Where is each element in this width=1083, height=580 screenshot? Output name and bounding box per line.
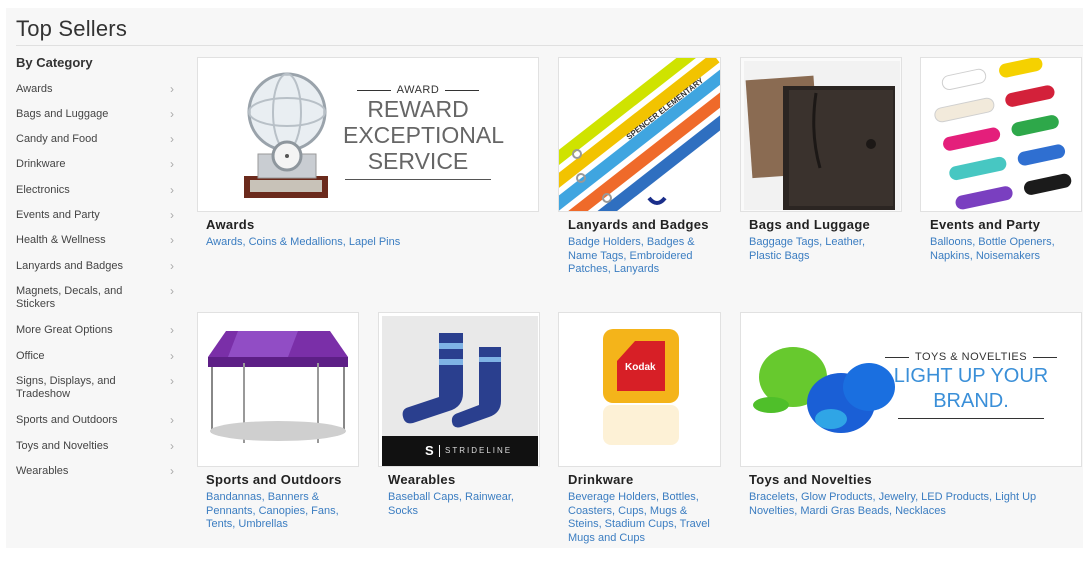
- sidebar-item-label: Health & Wellness: [16, 234, 106, 246]
- events-tile-image[interactable]: [920, 57, 1082, 212]
- sidebar-item-magnets-decals-stickers[interactable]: Magnets, Decals, and Stickers ›: [16, 285, 176, 311]
- sidebar-item-health-and-wellness[interactable]: Health & Wellness ›: [16, 234, 176, 247]
- sidebar-item-label: Sports and Outdoors: [16, 414, 118, 426]
- sidebar-item-awards[interactable]: Awards ›: [16, 83, 176, 96]
- sidebar-item-label: Wearables: [16, 465, 69, 477]
- lanyards-image: SPENCER ELEMENTARY: [559, 58, 720, 211]
- awards-title[interactable]: Awards: [206, 217, 255, 232]
- sidebar-item-label: Bags and Luggage: [16, 108, 109, 120]
- sidebar-item-office[interactable]: Office ›: [16, 350, 176, 363]
- drinkware-links[interactable]: Beverage Holders, Bottles, Coasters, Cup…: [568, 491, 718, 545]
- awards-promo-line: EXCEPTIONAL: [343, 122, 505, 148]
- chevron-right-icon: ›: [170, 349, 174, 363]
- sports-title[interactable]: Sports and Outdoors: [206, 472, 342, 487]
- chevron-right-icon: ›: [170, 208, 174, 222]
- canopy-tent-image: [208, 331, 348, 443]
- sidebar-item-label: Lanyards and Badges: [16, 260, 124, 272]
- sidebar-item-drinkware[interactable]: Drinkware ›: [16, 158, 176, 171]
- sports-links[interactable]: Bandannas, Banners & Pennants, Canopies,…: [206, 491, 356, 532]
- chevron-right-icon: ›: [170, 132, 174, 146]
- toys-promo-rule: [898, 418, 1044, 419]
- chevron-right-icon: ›: [170, 259, 174, 273]
- leather-journal-image: [744, 61, 900, 210]
- toys-promo-line: BRAND.: [933, 390, 1009, 412]
- chevron-right-icon: ›: [170, 284, 174, 298]
- socks-image: [382, 316, 538, 466]
- brand-divider: [439, 445, 440, 457]
- chevron-right-icon: ›: [170, 323, 174, 337]
- chevron-right-icon: ›: [170, 439, 174, 453]
- events-title[interactable]: Events and Party: [930, 217, 1040, 232]
- toys-links[interactable]: Bracelets, Glow Products, Jewelry, LED P…: [749, 491, 1059, 518]
- chevron-right-icon: ›: [170, 233, 174, 247]
- chevron-right-icon: ›: [170, 374, 174, 388]
- sidebar-item-label: Magnets, Decals, and Stickers: [16, 285, 123, 310]
- wearables-tile-image[interactable]: S STRIDELINE: [378, 312, 540, 467]
- title-divider: [16, 45, 1083, 46]
- chevron-right-icon: ›: [170, 82, 174, 96]
- sidebar-heading: By Category: [16, 55, 93, 70]
- sidebar-item-toys-and-novelties[interactable]: Toys and Novelties ›: [16, 440, 176, 453]
- wearables-title[interactable]: Wearables: [388, 472, 456, 487]
- lanyards-links[interactable]: Badge Holders, Badges & Name Tags, Embro…: [568, 236, 718, 277]
- lanyard-print-text: SPENCER ELEMENTARY: [625, 76, 706, 142]
- sidebar-item-label: Toys and Novelties: [16, 440, 109, 452]
- bottle-openers-image: [934, 58, 1072, 210]
- lanyards-tile-image[interactable]: SPENCER ELEMENTARY: [558, 57, 721, 212]
- sidebar-item-events-and-party[interactable]: Events and Party ›: [16, 209, 176, 222]
- sidebar-item-more-great-options[interactable]: More Great Options ›: [16, 324, 176, 337]
- sidebar-item-signs-displays-tradeshow[interactable]: Signs, Displays, and Tradeshow ›: [16, 375, 176, 401]
- sidebar-item-lanyards-and-badges[interactable]: Lanyards and Badges ›: [16, 260, 176, 273]
- sidebar-item-electronics[interactable]: Electronics ›: [16, 184, 176, 197]
- kodak-coaster-image: [603, 329, 679, 445]
- sidebar-item-sports-and-outdoors[interactable]: Sports and Outdoors ›: [16, 414, 176, 427]
- sports-tile-image[interactable]: [197, 312, 359, 467]
- awards-promo-line: REWARD: [367, 96, 469, 122]
- chevron-right-icon: ›: [170, 107, 174, 121]
- toys-promo: TOYS & NOVELTIES LIGHT UP YOUR BRAND.: [881, 351, 1061, 419]
- strideline-wordmark: STRIDELINE: [445, 446, 513, 455]
- sidebar-item-label: Electronics: [16, 184, 70, 196]
- sidebar-item-label: Signs, Displays, and Tradeshow: [16, 375, 116, 400]
- page-title: Top Sellers: [16, 16, 128, 41]
- awards-promo-line: SERVICE: [367, 148, 469, 174]
- awards-promo: AWARD REWARD EXCEPTIONAL SERVICE: [343, 84, 505, 180]
- sidebar-item-label: More Great Options: [16, 324, 113, 336]
- drinkware-tile-image[interactable]: Kodak: [558, 312, 721, 467]
- sidebar-item-label: Awards: [16, 83, 53, 95]
- sidebar-item-label: Office: [16, 350, 45, 362]
- awards-tile-image[interactable]: AWARD REWARD EXCEPTIONAL SERVICE: [197, 57, 539, 212]
- sidebar-item-label: Events and Party: [16, 209, 100, 221]
- sidebar-item-wearables[interactable]: Wearables ›: [16, 465, 176, 478]
- events-links[interactable]: Balloons, Bottle Openers, Napkins, Noise…: [930, 236, 1075, 263]
- lanyards-title[interactable]: Lanyards and Badges: [568, 217, 709, 232]
- bags-links[interactable]: Baggage Tags, Leather, Plastic Bags: [749, 236, 899, 263]
- page: Top Sellers By Category Awards › Bags and…: [0, 0, 1083, 580]
- awards-promo-kicker: AWARD: [343, 84, 493, 96]
- sidebar-item-label: Candy and Food: [16, 133, 98, 145]
- drinkware-title[interactable]: Drinkware: [568, 472, 634, 487]
- chevron-right-icon: ›: [170, 464, 174, 478]
- kodak-logo-text: Kodak: [625, 362, 656, 373]
- toys-tile-image[interactable]: TOYS & NOVELTIES LIGHT UP YOUR BRAND.: [740, 312, 1082, 467]
- sidebar-item-bags-and-luggage[interactable]: Bags and Luggage ›: [16, 108, 176, 121]
- sidebar-item-label: Drinkware: [16, 158, 66, 170]
- sidebar-item-candy-and-food[interactable]: Candy and Food ›: [16, 133, 176, 146]
- toys-promo-kicker: TOYS & NOVELTIES: [881, 351, 1061, 363]
- chevron-right-icon: ›: [170, 413, 174, 427]
- bags-tile-image[interactable]: [740, 57, 902, 212]
- toys-title[interactable]: Toys and Novelties: [749, 472, 872, 487]
- strideline-logo-icon: S: [425, 443, 434, 458]
- awards-links[interactable]: Awards, Coins & Medallions, Lapel Pins: [206, 236, 526, 250]
- wearables-links[interactable]: Baseball Caps, Rainwear, Socks: [388, 491, 538, 518]
- toys-promo-line: LIGHT UP YOUR: [893, 365, 1049, 387]
- bags-title[interactable]: Bags and Luggage: [749, 217, 870, 232]
- chevron-right-icon: ›: [170, 157, 174, 171]
- awards-promo-rule: [345, 179, 491, 180]
- chevron-right-icon: ›: [170, 183, 174, 197]
